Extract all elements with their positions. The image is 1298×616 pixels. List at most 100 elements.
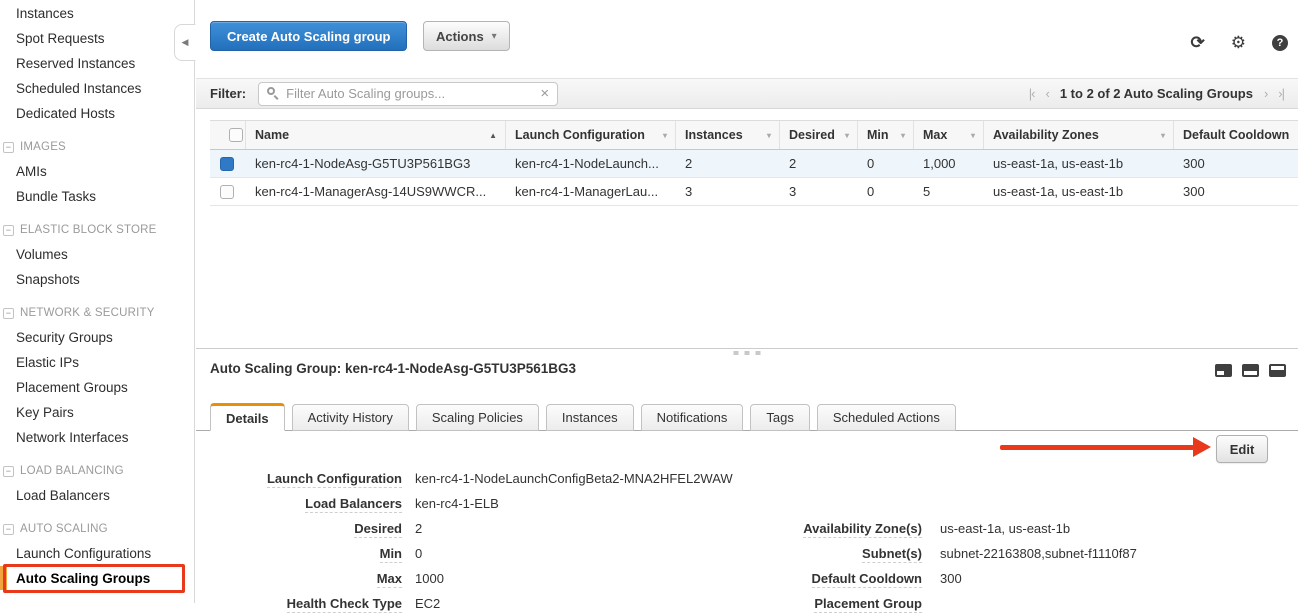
annotation-arrow-head: [1193, 437, 1211, 457]
row-checkbox[interactable]: [220, 157, 234, 171]
annotation-orange-bar: [0, 566, 7, 590]
layout-bottom-icon[interactable]: [1242, 364, 1259, 377]
sidebar-item-label: Security Groups: [16, 330, 113, 345]
select-all-checkbox[interactable]: [229, 128, 243, 142]
row-checkbox[interactable]: [220, 185, 234, 199]
cell-availability-zones: us-east-1a, us-east-1b: [984, 184, 1174, 199]
sidebar-item-security-groups[interactable]: Security Groups: [0, 325, 194, 350]
cell-instances: 3: [676, 184, 780, 199]
sidebar-item-snapshots[interactable]: Snapshots: [0, 267, 194, 292]
detail-label: Health Check Type: [218, 596, 402, 611]
sidebar-item-dedicated-hosts[interactable]: Dedicated Hosts: [0, 101, 194, 126]
detail-value: 0: [415, 546, 422, 561]
next-page-icon[interactable]: ›: [1264, 86, 1267, 101]
sidebar-section-elastic-block-store[interactable]: − ELASTIC BLOCK STORE: [0, 218, 194, 242]
collapse-minus-icon[interactable]: −: [3, 466, 14, 477]
collapse-minus-icon[interactable]: −: [3, 142, 14, 153]
sidebar-collapse-handle[interactable]: ◀: [174, 24, 196, 61]
detail-row: Health Check TypeEC2: [218, 591, 733, 616]
help-icon[interactable]: ?: [1272, 35, 1288, 51]
tab-activity-history[interactable]: Activity History: [292, 404, 409, 431]
cell-name: ken-rc4-1-NodeAsg-G5TU3P561BG3: [246, 156, 506, 171]
sidebar-item-label: Key Pairs: [16, 405, 74, 420]
column-header-desired[interactable]: Desired ▾: [780, 121, 858, 149]
sidebar-item-scheduled-instances[interactable]: Scheduled Instances: [0, 76, 194, 101]
splitter-drag-handle[interactable]: [734, 351, 761, 355]
tab-details[interactable]: Details: [210, 403, 285, 431]
sidebar-item-placement-groups[interactable]: Placement Groups: [0, 375, 194, 400]
sidebar-item-spot-requests[interactable]: Spot Requests: [0, 26, 194, 51]
cell-max: 5: [914, 184, 984, 199]
collapse-minus-icon[interactable]: −: [3, 524, 14, 535]
tab-notifications[interactable]: Notifications: [641, 404, 744, 431]
sidebar-section-images[interactable]: − IMAGES: [0, 135, 194, 159]
detail-row: Max1000: [218, 566, 733, 591]
sidebar-item-reserved-instances[interactable]: Reserved Instances: [0, 51, 194, 76]
sidebar-item-auto-scaling-groups[interactable]: Auto Scaling Groups: [0, 566, 194, 591]
sidebar-item-launch-configurations[interactable]: Launch Configurations: [0, 541, 194, 566]
actions-button[interactable]: Actions ▾: [423, 21, 510, 51]
sort-icon: ▾: [901, 131, 905, 140]
tab-tags[interactable]: Tags: [750, 404, 809, 431]
panel-splitter: [196, 348, 1298, 349]
sidebar-item-label: Network Interfaces: [16, 430, 129, 445]
table-header-row: Name ▲ Launch Configuration ▾ Instances …: [210, 120, 1298, 150]
column-label: Desired: [789, 128, 835, 142]
tab-instances[interactable]: Instances: [546, 404, 634, 431]
column-header-instances[interactable]: Instances ▾: [676, 121, 780, 149]
previous-page-icon[interactable]: ‹: [1046, 86, 1049, 101]
sidebar-item-network-interfaces[interactable]: Network Interfaces: [0, 425, 194, 450]
details-left-column: Launch Configurationken-rc4-1-NodeLaunch…: [218, 466, 733, 616]
detail-row: Default Cooldown300: [762, 566, 1137, 591]
sidebar-item-instances[interactable]: Instances: [0, 1, 194, 26]
detail-value: 300: [940, 571, 962, 586]
create-auto-scaling-group-button[interactable]: Create Auto Scaling group: [210, 21, 407, 51]
table-row[interactable]: ken-rc4-1-NodeAsg-G5TU3P561BG3 ken-rc4-1…: [210, 150, 1298, 178]
layout-top-icon[interactable]: [1269, 364, 1286, 377]
column-header-name[interactable]: Name ▲: [246, 121, 506, 149]
sidebar-item-label: Auto Scaling Groups: [16, 571, 150, 586]
collapse-minus-icon[interactable]: −: [3, 308, 14, 319]
column-header-availability-zones[interactable]: Availability Zones ▾: [984, 121, 1174, 149]
gear-icon[interactable]: ⚙: [1231, 34, 1246, 51]
tab-scaling-policies[interactable]: Scaling Policies: [416, 404, 539, 431]
column-header-min[interactable]: Min ▾: [858, 121, 914, 149]
last-page-icon[interactable]: ›|: [1278, 86, 1284, 101]
detail-label: Desired: [218, 521, 402, 536]
sidebar-nav: Instances Spot Requests Reserved Instanc…: [0, 0, 195, 603]
edit-button[interactable]: Edit: [1216, 435, 1268, 463]
refresh-icon[interactable]: ⟳: [1191, 34, 1205, 51]
first-page-icon[interactable]: |‹: [1029, 86, 1035, 101]
details-right-column: Availability Zone(s)us-east-1a, us-east-…: [762, 516, 1137, 616]
sidebar-section-network-security[interactable]: − NETWORK & SECURITY: [0, 301, 194, 325]
detail-value: ken-rc4-1-ELB: [415, 496, 499, 511]
cell-launch-configuration: ken-rc4-1-NodeLaunch...: [506, 156, 676, 171]
sidebar-section-load-balancing[interactable]: − LOAD BALANCING: [0, 459, 194, 483]
detail-label: Launch Configuration: [218, 471, 402, 486]
section-header-label: ELASTIC BLOCK STORE: [20, 224, 157, 236]
sidebar-item-elastic-ips[interactable]: Elastic IPs: [0, 350, 194, 375]
cell-availability-zones: us-east-1a, us-east-1b: [984, 156, 1174, 171]
sidebar-section-auto-scaling[interactable]: − AUTO SCALING: [0, 517, 194, 541]
filter-search-input[interactable]: [286, 86, 534, 101]
collapse-minus-icon[interactable]: −: [3, 225, 14, 236]
sidebar-item-volumes[interactable]: Volumes: [0, 242, 194, 267]
layout-bottom-left-icon[interactable]: [1215, 364, 1232, 377]
tab-scheduled-actions[interactable]: Scheduled Actions: [817, 404, 956, 431]
section-header-label: LOAD BALANCING: [20, 465, 124, 477]
sidebar-item-amis[interactable]: AMIs: [0, 159, 194, 184]
column-header-default-cooldown[interactable]: Default Cooldown: [1174, 121, 1298, 149]
sidebar-item-label: Bundle Tasks: [16, 189, 96, 204]
sidebar-item-load-balancers[interactable]: Load Balancers: [0, 483, 194, 508]
detail-tabs: Details Activity History Scaling Policie…: [210, 403, 963, 431]
column-header-max[interactable]: Max ▾: [914, 121, 984, 149]
pagination: |‹ ‹ 1 to 2 of 2 Auto Scaling Groups › ›…: [1029, 78, 1284, 109]
column-header-launch-configuration[interactable]: Launch Configuration ▾: [506, 121, 676, 149]
sidebar-item-bundle-tasks[interactable]: Bundle Tasks: [0, 184, 194, 209]
main-content: Create Auto Scaling group Actions ▾ ⟳ ⚙ …: [196, 0, 1298, 603]
section-header-label: NETWORK & SECURITY: [20, 307, 155, 319]
sidebar-item-key-pairs[interactable]: Key Pairs: [0, 400, 194, 425]
sidebar-item-label: AMIs: [16, 164, 47, 179]
clear-filter-icon[interactable]: ×: [540, 86, 549, 101]
table-row[interactable]: ken-rc4-1-ManagerAsg-14US9WWCR... ken-rc…: [210, 178, 1298, 206]
